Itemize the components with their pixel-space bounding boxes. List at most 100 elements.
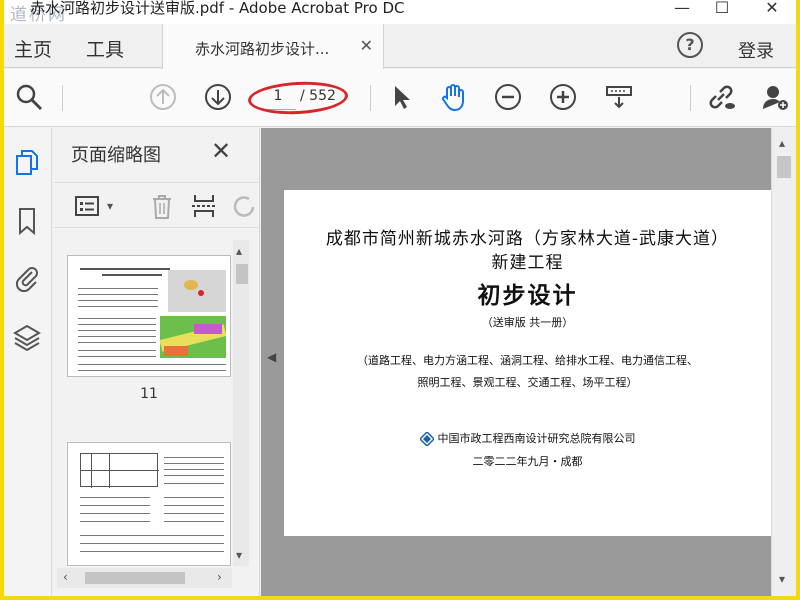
add-user-icon[interactable]	[760, 82, 790, 112]
thumbnail-map-marker	[198, 290, 204, 296]
thumbnail-text-line	[78, 306, 158, 307]
zoom-out-icon[interactable]	[493, 82, 523, 112]
share-link-icon[interactable]	[706, 82, 736, 112]
doc-scope-line2: 照明工程、景观工程、交通工程、场平工程）	[417, 376, 638, 389]
thumbnail-text-line	[78, 364, 226, 365]
main-toolbar: 1 / 552	[4, 69, 796, 127]
thumbnail-text-line	[164, 513, 224, 514]
minimize-button[interactable]: —	[662, 0, 702, 22]
tab-home[interactable]: 主页	[14, 35, 52, 62]
thumbnail-text-line	[78, 370, 226, 371]
thumbnail-text-line	[164, 475, 224, 476]
doc-scroll-up-arrow-icon[interactable]: ▴	[779, 136, 785, 150]
thumbnail-text-line	[78, 324, 156, 325]
thumbnail-options-icon[interactable]	[73, 191, 103, 221]
thumbnail-text-line	[78, 356, 156, 357]
dropdown-arrow-icon[interactable]: ▾	[107, 199, 113, 213]
document-viewer[interactable]: ◀ 成都市简州新城赤水河路（方家林大道-武康大道） 新建工程 初步设计 （送审版…	[261, 128, 771, 596]
scroll-right-arrow-icon[interactable]: ›	[217, 570, 222, 584]
thumbnail-text-line	[78, 330, 156, 331]
page-up-icon[interactable]	[148, 82, 178, 112]
company-logo-icon	[419, 432, 434, 446]
thumbnail-table	[80, 453, 159, 488]
toolbar-separator	[62, 85, 63, 111]
collapse-panel-arrow-icon[interactable]: ◀	[267, 350, 276, 364]
toolbar-separator	[370, 85, 371, 111]
thumbnail-text-line	[164, 457, 224, 458]
bookmarks-icon[interactable]	[12, 206, 42, 236]
thumbnail-text-line	[80, 521, 150, 522]
maximize-button[interactable]: ☐	[702, 0, 742, 22]
scroll-left-arrow-icon[interactable]: ‹	[63, 570, 68, 584]
close-tab-icon[interactable]: ✕	[360, 36, 373, 55]
thumbnail-vertical-scrollbar[interactable]	[233, 240, 249, 566]
thumbnail-text-line	[78, 318, 156, 319]
acrobat-window: 道桥网 赤水河路初步设计送审版.pdf - Adobe Acrobat Pro …	[4, 0, 796, 596]
horizontal-scroll-handle[interactable]	[85, 572, 185, 584]
doc-edition: （送审版 共一册）	[481, 316, 574, 329]
toolbar-separator	[690, 85, 691, 111]
thumbnail-text-line	[78, 288, 158, 289]
doc-scope-line1: （道路工程、电力方涵工程、涵洞工程、给排水工程、电力通信工程、	[357, 354, 698, 367]
zoom-in-icon[interactable]	[548, 82, 578, 112]
thumbnail-map-blob	[184, 280, 198, 290]
close-window-button[interactable]: ✕	[752, 0, 792, 22]
doc-date: 二零二二年九月・成都	[472, 455, 583, 468]
tab-bar: 主页 工具 赤水河路初步设计... ✕ ? 登录	[4, 24, 796, 69]
doc-title-line1: 成都市简州新城赤水河路（方家林大道-武康大道）	[325, 229, 730, 249]
doc-scroll-handle[interactable]	[777, 156, 791, 178]
thumbnail-text-line	[80, 551, 224, 552]
thumbnail-text-line	[80, 543, 224, 544]
thumbnail-page-number: 11	[140, 386, 158, 402]
login-button[interactable]: 登录	[738, 37, 774, 63]
page-down-icon[interactable]	[203, 82, 233, 112]
thumbnail-text-line	[102, 274, 162, 276]
thumbnail-text-line	[80, 513, 150, 514]
thumbnail-toolbar: ▾	[53, 182, 260, 228]
document-tab-label: 赤水河路初步设计...	[195, 40, 330, 58]
rotate-page-icon[interactable]	[229, 191, 259, 221]
thumbnail-table-line	[91, 454, 92, 488]
page-thumbnails-panel: 页面缩略图 ✕ ▾ 11 ▴ ▾ ‹ ›	[53, 128, 260, 596]
thumbnail-text-line	[80, 535, 224, 536]
attachments-icon[interactable]	[12, 262, 42, 292]
hand-icon[interactable]	[438, 82, 468, 112]
thumbnail-text-line	[164, 469, 224, 470]
tab-tools[interactable]: 工具	[86, 35, 124, 62]
help-icon[interactable]: ?	[677, 32, 703, 58]
thumbnail-text-line	[78, 300, 158, 301]
select-cursor-icon[interactable]	[386, 82, 416, 112]
layers-icon[interactable]	[12, 322, 42, 352]
thumbnail-text-line	[164, 483, 224, 484]
thumbnail-text-line	[164, 521, 224, 522]
scroll-down-arrow-icon[interactable]: ▾	[236, 548, 242, 562]
thumbnail-plan-zone	[194, 324, 222, 334]
thumbnail-page-11[interactable]	[67, 255, 231, 377]
scroll-up-arrow-icon[interactable]: ▴	[236, 244, 242, 258]
document-vertical-scrollbar[interactable]: ▴ ▾	[771, 128, 796, 596]
thumbnail-text-line	[78, 294, 158, 295]
doc-scroll-down-arrow-icon[interactable]: ▾	[779, 572, 785, 586]
thumbnail-plan-image	[159, 316, 227, 358]
doc-title-line2: 新建工程	[491, 253, 564, 273]
delete-page-icon[interactable]	[147, 191, 177, 221]
thumbnail-page-12[interactable]	[67, 442, 231, 566]
thumbnail-map-image	[168, 270, 226, 312]
company-name: 中国市政工程西南设计研究总院有限公司	[437, 432, 636, 445]
thumbnail-plan-zone	[164, 346, 188, 356]
tab-document[interactable]: 赤水河路初步设计... ✕	[162, 24, 384, 69]
thumbnail-horizontal-scrollbar[interactable]: ‹ ›	[57, 568, 232, 588]
thumbnail-text-line	[80, 497, 150, 498]
search-zoom-icon[interactable]	[14, 82, 44, 112]
window-title: 赤水河路初步设计送审版.pdf - Adobe Acrobat Pro DC	[30, 0, 405, 17]
panel-close-icon[interactable]: ✕	[211, 137, 231, 165]
left-navigation-rail	[4, 128, 52, 596]
thumbnail-text-line	[164, 497, 224, 498]
title-bar: 道桥网 赤水河路初步设计送审版.pdf - Adobe Acrobat Pro …	[4, 0, 796, 25]
page-thumbnails-icon[interactable]	[12, 148, 42, 178]
insert-page-icon[interactable]	[189, 191, 219, 221]
scroll-mode-icon[interactable]	[604, 82, 634, 112]
thumbnail-text-line	[78, 350, 156, 351]
thumbnail-scroll-handle[interactable]	[236, 264, 248, 284]
pdf-page: 成都市简州新城赤水河路（方家林大道-武康大道） 新建工程 初步设计 （送审版 共…	[284, 190, 771, 536]
